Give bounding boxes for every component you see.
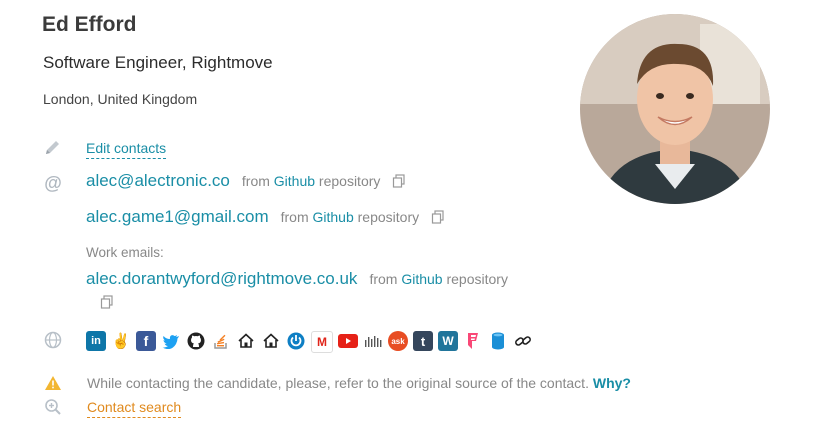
at-sign-icon: @ — [44, 172, 62, 193]
link-icon[interactable] — [513, 331, 533, 351]
social-links: in ✌ f M ask t W — [86, 331, 533, 353]
email-link[interactable]: alec@alectronic.co — [86, 171, 230, 191]
home-icon[interactable] — [261, 331, 281, 351]
source-warning: While contacting the candidate, please, … — [87, 375, 631, 391]
warning-icon — [42, 372, 64, 394]
avatar — [580, 14, 770, 204]
power-icon[interactable] — [286, 331, 306, 351]
wordpress-icon[interactable]: W — [438, 331, 458, 351]
work-emails-label: Work emails: — [86, 245, 164, 260]
email-row: alec@alectronic.co from Github repositor… — [86, 171, 406, 191]
contact-search-link[interactable]: Contact search — [87, 399, 182, 418]
email-row: alec.game1@gmail.com from Github reposit… — [86, 207, 445, 227]
globe-icon — [42, 329, 64, 351]
facebook-icon[interactable]: f — [136, 331, 156, 351]
twitter-icon[interactable] — [161, 331, 181, 351]
source-link[interactable]: Github — [401, 271, 442, 287]
why-link[interactable]: Why? — [593, 375, 631, 391]
github-icon[interactable] — [186, 331, 206, 351]
email-source: from Github repository — [369, 271, 508, 287]
email-link[interactable]: alec.dorantwyford@rightmove.co.uk — [86, 269, 357, 289]
edit-contacts-link[interactable]: Edit contacts — [86, 140, 167, 159]
candidate-location: London, United Kingdom — [43, 91, 198, 107]
medium-icon[interactable]: M — [311, 331, 333, 353]
source-link[interactable]: Github — [313, 209, 354, 225]
email-row: alec.dorantwyford@rightmove.co.uk from G… — [86, 269, 508, 289]
source-link[interactable]: Github — [274, 173, 315, 189]
linkedin-icon[interactable]: in — [86, 331, 106, 351]
email-source: from Github repository — [280, 209, 420, 225]
candidate-name: Ed Efford — [42, 13, 137, 36]
database-icon[interactable] — [488, 331, 508, 351]
copy-icon[interactable] — [431, 210, 445, 224]
soundcloud-icon[interactable] — [363, 331, 383, 351]
zoom-in-icon — [42, 396, 64, 418]
copy-icon[interactable] — [392, 174, 406, 188]
angellist-icon[interactable]: ✌ — [111, 331, 131, 351]
youtube-icon[interactable] — [338, 331, 358, 351]
candidate-title: Software Engineer, Rightmove — [43, 53, 273, 72]
stackoverflow-icon[interactable] — [211, 331, 231, 351]
foursquare-icon[interactable] — [463, 331, 483, 351]
home-icon[interactable] — [236, 331, 256, 351]
email-source: from Github repository — [241, 173, 381, 189]
copy-icon[interactable] — [100, 295, 114, 309]
email-link[interactable]: alec.game1@gmail.com — [86, 207, 269, 227]
tumblr-icon[interactable]: t — [413, 331, 433, 351]
askfm-icon[interactable]: ask — [388, 331, 408, 351]
pencil-icon — [42, 136, 64, 158]
